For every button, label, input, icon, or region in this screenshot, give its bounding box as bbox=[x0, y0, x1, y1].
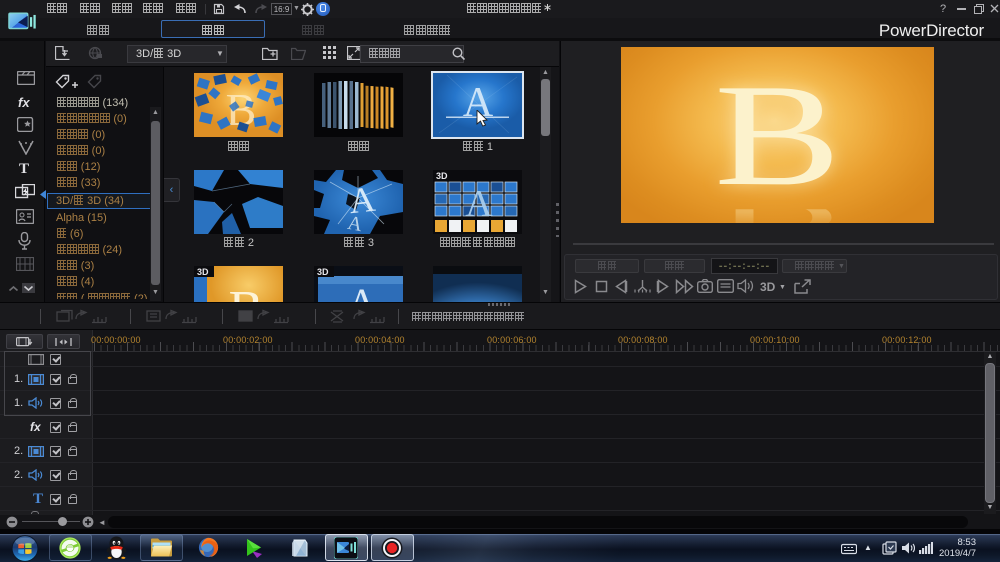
svg-text:3D: 3D bbox=[317, 267, 329, 277]
svg-text:A: A bbox=[465, 183, 493, 225]
svg-text:3D: 3D bbox=[197, 267, 209, 277]
svg-text:3D: 3D bbox=[436, 171, 448, 181]
